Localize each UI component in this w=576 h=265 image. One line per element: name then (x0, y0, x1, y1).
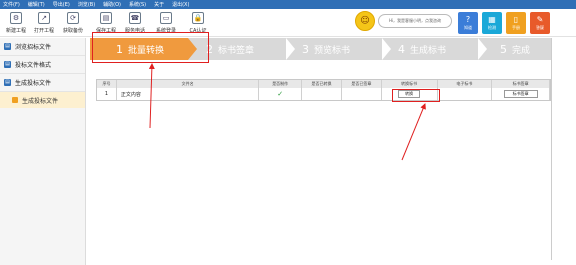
new-project-icon: ⚙ (10, 12, 22, 24)
ca-lock-icon: 🔒 (192, 12, 204, 24)
folder-icon (12, 97, 18, 103)
step-chevron (478, 38, 487, 60)
menu-file[interactable]: 文件(F) (3, 1, 20, 8)
menu-system[interactable]: 系统(S) (129, 1, 146, 8)
qa-button[interactable]: ✎ 答疑 (530, 12, 550, 34)
open-project-icon: ↗ (38, 12, 50, 24)
system-login-button[interactable]: ▭ 系统登录 (152, 12, 180, 34)
service-phone-icon: ☎ (129, 12, 141, 24)
save-project-button[interactable]: ▤ 保存工程 (92, 12, 120, 34)
sidebar-subitem-generate-bid[interactable]: 生成投标文件 (0, 92, 85, 108)
menu-browse[interactable]: 浏览(B) (78, 1, 95, 8)
menu-edit[interactable]: 编辑(T) (28, 1, 45, 8)
step-bid-sign[interactable]: 2 标书签章 (206, 38, 286, 60)
vertical-divider (551, 38, 552, 260)
document-icon: ▤ (4, 43, 11, 50)
menu-export[interactable]: 导出(E) (53, 1, 70, 8)
step-chevron (382, 38, 391, 60)
new-project-button[interactable]: ⚙ 新建工程 (2, 12, 30, 34)
backup-icon: ⟳ (67, 12, 79, 24)
sidebar-item-bid-format[interactable]: ▤ 投标文件格式 (0, 56, 85, 74)
menu-bar: 文件(F) 编辑(T) 导出(E) 浏览(B) 辅助(O) 系统(S) 关于 退… (0, 0, 576, 9)
assistant-bubble[interactable]: Hi，我是客服小明，点我咨询 (378, 14, 452, 28)
menu-assist[interactable]: 辅助(O) (103, 1, 121, 8)
sidebar-item-generate-bid[interactable]: ▤ 生成投标文件 (0, 74, 85, 92)
assistant-mascot-icon[interactable]: ☺ (355, 11, 375, 31)
manual-button[interactable]: ▯ 手册 (506, 12, 526, 34)
qa-icon: ✎ (536, 15, 544, 24)
arrow-to-convert (401, 103, 426, 161)
highlight-box-convert (392, 89, 440, 102)
sidebar: ▤ 浏览招标文件 ▤ 投标文件格式 ▤ 生成投标文件 生成投标文件 (0, 38, 86, 265)
step-preview-bid[interactable]: 3 预览标书 (302, 38, 382, 60)
login-icon: ▭ (160, 12, 172, 24)
manual-icon: ▯ (513, 15, 519, 24)
menu-exit[interactable]: 退出(X) (172, 1, 189, 8)
ca-auth-button[interactable]: 🔒 CA认证 (184, 12, 212, 34)
table-header: 序号 文件名 是否制作 是否已转换 是否已签章 转换标书 电子标书 标书签章 (97, 80, 551, 88)
sidebar-item-browse-tender[interactable]: ▤ 浏览招标文件 (0, 38, 85, 56)
step-complete[interactable]: 5 完成 (500, 38, 550, 60)
menu-about[interactable]: 关于 (154, 1, 164, 8)
table-row[interactable]: 1 正文内容 ✓ 转换 标书签章 (97, 88, 551, 100)
document-icon: ▤ (4, 61, 11, 68)
check-icon: ▦ (488, 15, 496, 24)
check-button[interactable]: ▦ 检测 (482, 12, 502, 34)
backup-button[interactable]: ⟳ 获取备份 (59, 12, 87, 34)
file-table: 序号 文件名 是否制作 是否已转换 是否已签章 转换标书 电子标书 标书签章 1… (96, 79, 551, 101)
check-mark-icon: ✓ (259, 88, 303, 100)
step-generate-bid[interactable]: 4 生成标书 (398, 38, 478, 60)
bid-sign-button[interactable]: 标书签章 (503, 90, 538, 98)
open-project-button[interactable]: ↗ 打开工程 (30, 12, 58, 34)
document-icon: ▤ (4, 79, 11, 86)
highlight-box-step (92, 32, 209, 63)
save-icon: ▤ (100, 12, 112, 24)
knowledge-button[interactable]: ? 知道 (458, 12, 478, 34)
knowledge-icon: ? (465, 15, 471, 24)
step-chevron (286, 38, 295, 60)
service-phone-button[interactable]: ☎ 服务电话 (121, 12, 149, 34)
